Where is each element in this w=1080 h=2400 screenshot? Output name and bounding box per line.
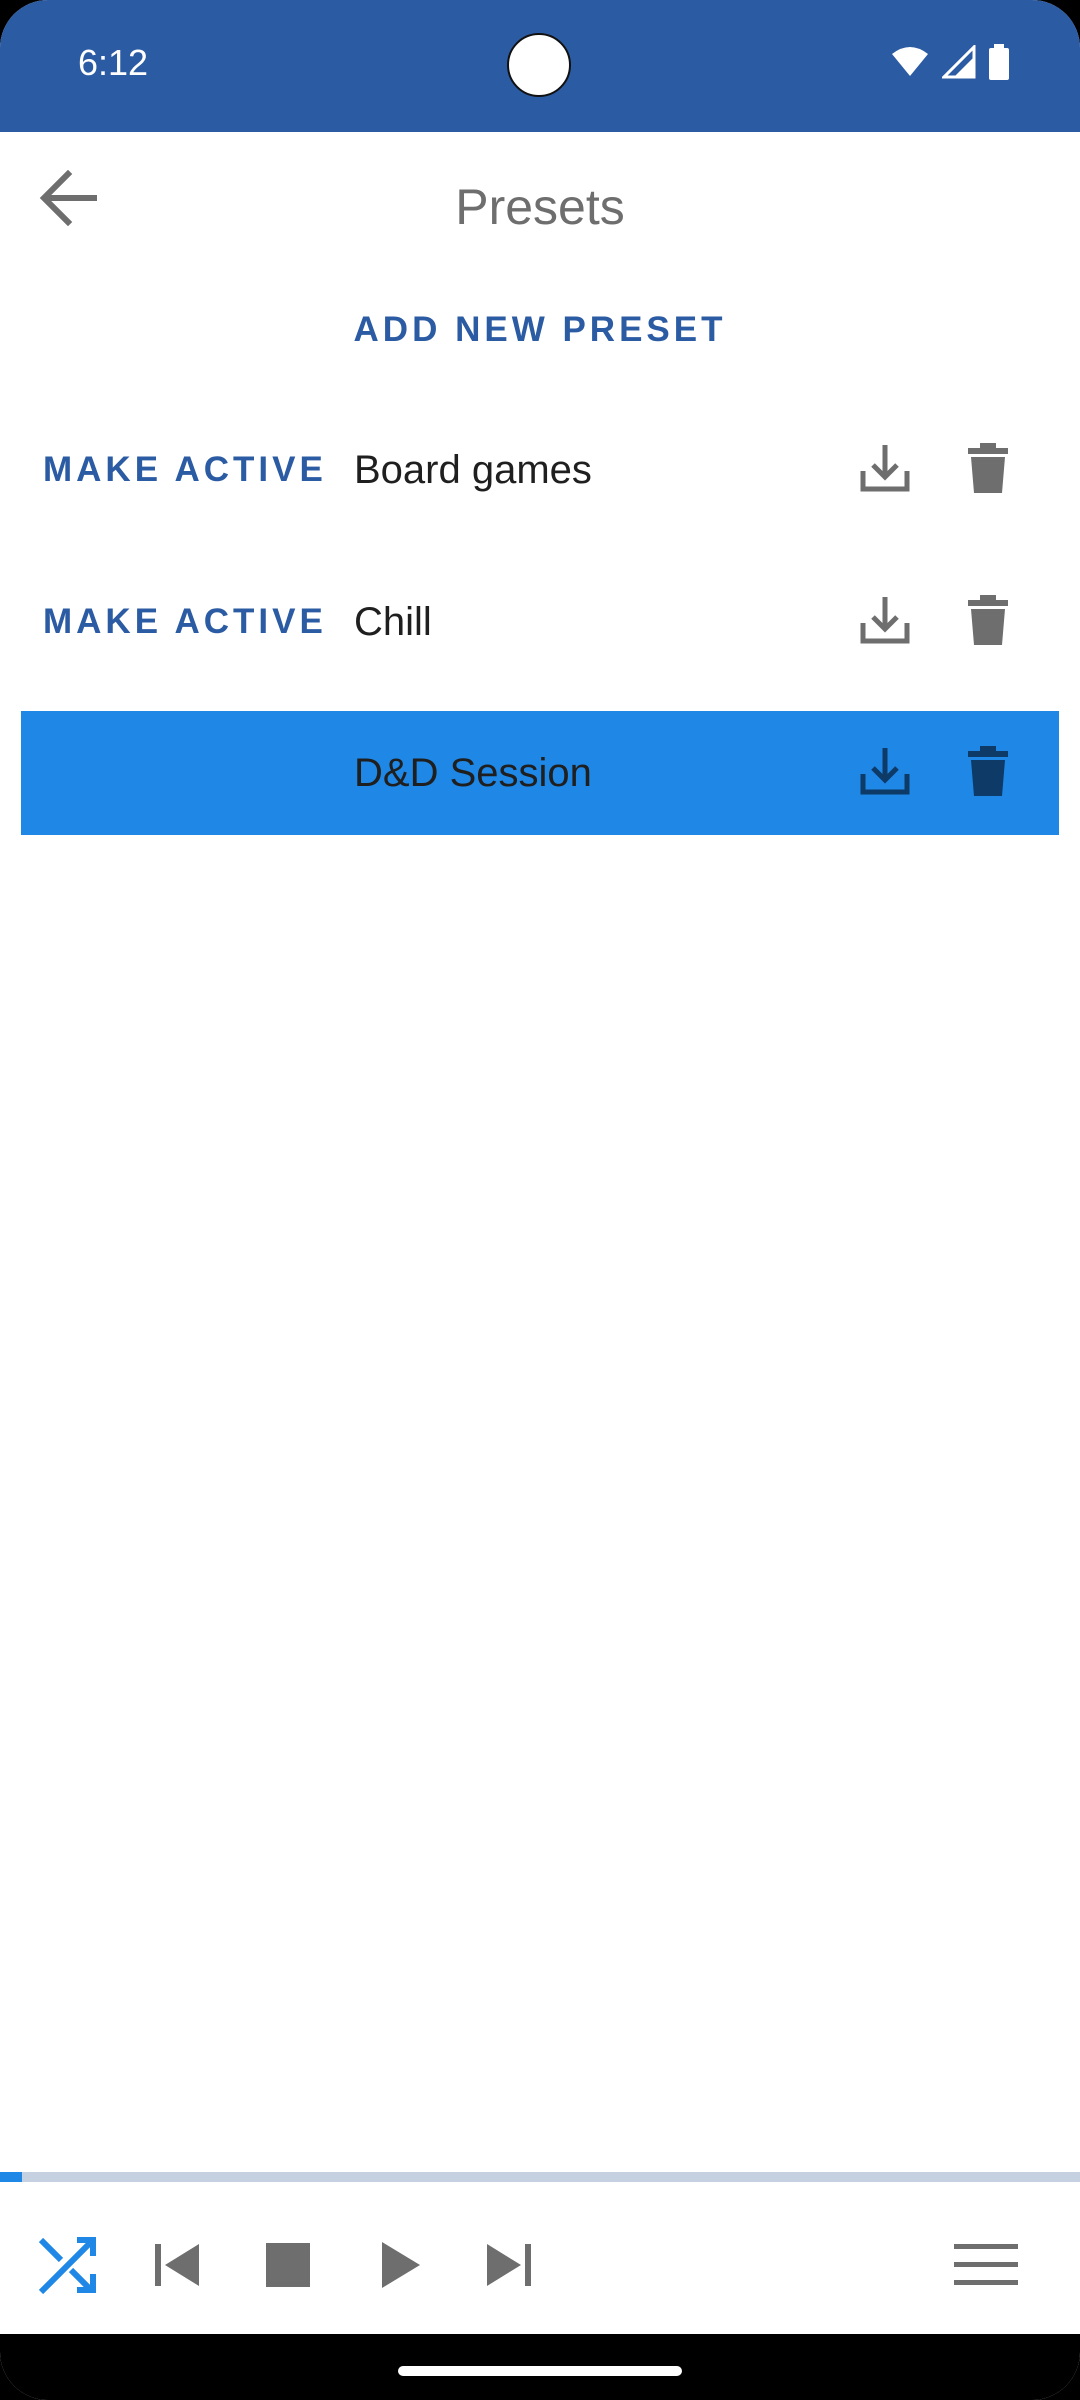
progress-fill <box>0 2172 22 2182</box>
preset-row: MAKE ACTIVE Board games <box>21 408 1059 532</box>
shuffle-button[interactable] <box>33 2232 103 2302</box>
next-button[interactable] <box>473 2232 543 2302</box>
screen: 6:12 Presets ADD NEW PRESET MAKE ACTIVE … <box>0 0 1080 2400</box>
menu-icon <box>954 2242 1018 2293</box>
previous-button[interactable] <box>143 2232 213 2302</box>
playback-progress[interactable] <box>0 2172 1080 2182</box>
home-gesture-handle[interactable] <box>398 2366 682 2376</box>
preset-name: Board games <box>354 448 592 492</box>
play-icon <box>380 2240 422 2295</box>
delete-button[interactable] <box>958 440 1018 500</box>
make-active-button[interactable]: MAKE ACTIVE <box>43 408 327 532</box>
skip-next-icon <box>483 2242 533 2293</box>
download-button[interactable] <box>855 440 915 500</box>
download-icon <box>859 443 911 498</box>
battery-icon <box>988 44 1010 85</box>
status-icons <box>890 43 1010 85</box>
trash-icon <box>968 745 1008 801</box>
trash-icon <box>968 594 1008 650</box>
signal-icon <box>940 43 976 84</box>
skip-previous-icon <box>153 2242 203 2293</box>
camera-cutout <box>507 33 571 97</box>
delete-button[interactable] <box>958 592 1018 652</box>
stop-button[interactable] <box>253 2232 323 2302</box>
make-active-button[interactable]: MAKE ACTIVE <box>43 560 327 684</box>
preset-name: D&D Session <box>354 751 592 795</box>
download-icon <box>859 746 911 801</box>
preset-row-active[interactable]: D&D Session <box>21 711 1059 835</box>
add-new-preset-button[interactable]: ADD NEW PRESET <box>0 310 1080 350</box>
queue-menu-button[interactable] <box>951 2232 1021 2302</box>
stop-icon <box>266 2242 310 2292</box>
wifi-icon <box>890 46 930 83</box>
page-title: Presets <box>455 179 625 235</box>
status-bar: 6:12 <box>0 0 1080 132</box>
status-time: 6:12 <box>78 42 149 83</box>
download-button[interactable] <box>855 743 915 803</box>
preset-name: Chill <box>354 600 432 644</box>
download-button[interactable] <box>855 592 915 652</box>
delete-button[interactable] <box>958 743 1018 803</box>
shuffle-icon <box>37 2234 99 2301</box>
preset-row: MAKE ACTIVE Chill <box>21 560 1059 684</box>
download-icon <box>859 595 911 650</box>
trash-icon <box>968 442 1008 498</box>
play-button[interactable] <box>366 2232 436 2302</box>
